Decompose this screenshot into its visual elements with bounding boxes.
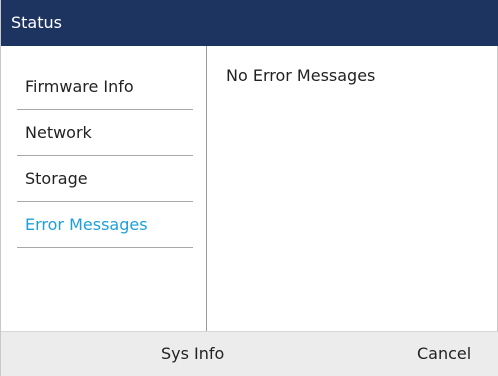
status-menu: Firmware Info Network Storage Error Mess… (1, 46, 207, 331)
title-bar: Status (1, 0, 498, 46)
menu-item-storage[interactable]: Storage (17, 156, 193, 202)
menu-item-error-messages[interactable]: Error Messages (17, 202, 193, 248)
cancel-softkey[interactable]: Cancel (417, 332, 471, 376)
menu-item-firmware-info[interactable]: Firmware Info (17, 64, 193, 110)
phone-screen: Status Firmware Info Network Storage Err… (0, 0, 498, 376)
screen-title: Status (11, 13, 62, 32)
softkey-bar: Sys Info Cancel (1, 331, 498, 376)
error-messages-content: No Error Messages (226, 66, 376, 85)
sys-info-softkey[interactable]: Sys Info (161, 332, 224, 376)
menu-item-network[interactable]: Network (17, 110, 193, 156)
